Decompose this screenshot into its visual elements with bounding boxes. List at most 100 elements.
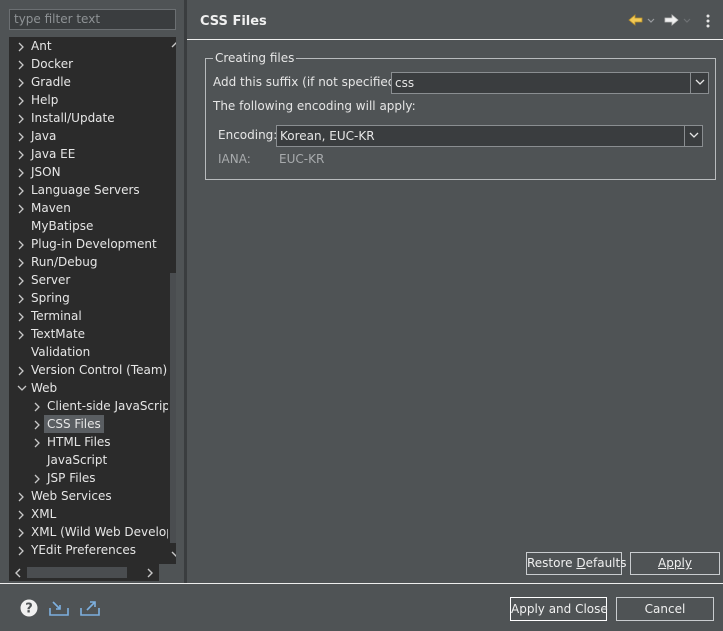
tree-item[interactable]: JSP Files	[9, 469, 168, 487]
tree-item[interactable]: Help	[9, 91, 168, 109]
tree-item-label: XML	[31, 507, 57, 521]
chevron-right-icon[interactable]	[15, 181, 27, 199]
tree-item[interactable]: CSS Files	[9, 415, 168, 433]
tree-item[interactable]: Docker	[9, 55, 168, 73]
chevron-right-icon[interactable]	[15, 541, 27, 559]
tree-item[interactable]: XML (Wild Web Developer)	[9, 523, 176, 541]
chevron-right-icon[interactable]	[15, 307, 27, 325]
tree-item[interactable]: Run/Debug	[9, 253, 168, 271]
tree-item[interactable]: Validation	[9, 343, 168, 361]
encoding-note: The following encoding will apply:	[213, 99, 416, 113]
help-button[interactable]: ?	[19, 598, 41, 618]
chevron-down-icon	[695, 79, 705, 85]
tree-item[interactable]: MyBatipse	[9, 217, 168, 235]
tree-item-label: Terminal	[31, 309, 82, 323]
tree-item[interactable]: Maven	[9, 199, 168, 217]
tree-item[interactable]: Terminal	[9, 307, 168, 325]
chevron-right-icon[interactable]	[15, 109, 27, 127]
scroll-right-icon[interactable]	[147, 568, 154, 578]
tree-item[interactable]: Client-side JavaScript	[9, 397, 175, 415]
tree-item[interactable]: JSON	[9, 163, 168, 181]
tree-item[interactable]: Install/Update	[9, 109, 168, 127]
scroll-left-icon[interactable]	[14, 568, 21, 578]
tree-item[interactable]: Web	[9, 379, 168, 397]
chevron-down-icon[interactable]	[15, 379, 27, 397]
chevron-right-icon[interactable]	[15, 271, 27, 289]
tree-item[interactable]: Java EE	[9, 145, 168, 163]
encoding-combo[interactable]: Korean, EUC-KR	[276, 125, 703, 147]
encoding-label: Encoding:	[218, 128, 278, 142]
preferences-sidebar: type filter text Ant Docker Gradle Help Inst…	[0, 0, 184, 583]
chevron-right-icon[interactable]	[15, 127, 27, 145]
cancel-button[interactable]: Cancel	[616, 597, 714, 621]
tree-item[interactable]: Web Services	[9, 487, 168, 505]
tree-item[interactable]: Java	[9, 127, 168, 145]
export-button[interactable]	[79, 598, 101, 618]
tree-item-label: CSS Files	[44, 415, 104, 433]
tree-item[interactable]: YEdit Preferences	[9, 541, 168, 559]
group-title: Creating files	[213, 51, 297, 65]
chevron-right-icon[interactable]	[15, 487, 27, 505]
chevron-right-icon[interactable]	[15, 73, 27, 91]
chevron-right-icon[interactable]	[31, 433, 43, 451]
import-button[interactable]	[48, 598, 70, 618]
tree-item[interactable]: TextMate	[9, 325, 168, 343]
chevron-right-icon[interactable]	[15, 199, 27, 217]
tree-item[interactable]: Gradle	[9, 73, 168, 91]
forward-button[interactable]	[663, 12, 691, 30]
tree-item[interactable]: HTML Files	[9, 433, 168, 451]
chevron-right-icon[interactable]	[15, 235, 27, 253]
tree-item[interactable]: Version Control (Team)	[9, 361, 168, 379]
encoding-dropdown-button[interactable]	[684, 126, 702, 146]
tree-item-label: Java	[31, 129, 57, 143]
scroll-thumb[interactable]	[170, 273, 176, 543]
restore-defaults-button[interactable]: Restore Defaults	[526, 552, 626, 575]
chevron-right-icon[interactable]	[15, 523, 27, 541]
suffix-dropdown-button[interactable]	[690, 73, 708, 93]
scroll-up-icon[interactable]	[171, 41, 176, 48]
chevron-right-icon[interactable]	[15, 145, 27, 163]
tree-item-label: Help	[31, 93, 59, 107]
view-menu-button[interactable]	[704, 12, 712, 30]
tree-item-label: Java EE	[31, 147, 76, 161]
chevron-right-icon[interactable]	[15, 91, 27, 109]
tree-item-label: Web Services	[31, 489, 112, 503]
filter-input[interactable]: type filter text	[9, 9, 176, 30]
tree-vertical-scrollbar[interactable]	[168, 37, 176, 564]
hscroll-thumb[interactable]	[27, 567, 127, 578]
chevron-right-icon[interactable]	[15, 289, 27, 307]
suffix-combo[interactable]: css	[391, 72, 709, 94]
view-menu-icon	[706, 14, 710, 28]
apply-button[interactable]: Apply	[630, 552, 720, 575]
tree-horizontal-scrollbar[interactable]	[9, 564, 159, 581]
chevron-right-icon[interactable]	[15, 253, 27, 271]
tree-item[interactable]: XML	[9, 505, 168, 523]
chevron-right-icon[interactable]	[31, 397, 43, 415]
tree-item-label: Server	[31, 273, 71, 287]
apply-and-close-button[interactable]: Apply and Close	[510, 597, 608, 621]
chevron-right-icon[interactable]	[15, 361, 27, 379]
tree-item[interactable]: Spring	[9, 289, 168, 307]
page-header: CSS Files	[187, 0, 723, 40]
tree-item[interactable]: Language Servers	[9, 181, 168, 199]
tree-item[interactable]: JavaScript	[9, 451, 168, 469]
apply-label: pply	[666, 556, 692, 570]
help-icon: ?	[20, 599, 38, 617]
back-button[interactable]	[627, 12, 655, 30]
tree-item-label: TextMate	[31, 327, 86, 341]
chevron-right-icon[interactable]	[15, 163, 27, 181]
chevron-right-icon[interactable]	[15, 55, 27, 73]
creating-files-group: Creating files Add this suffix (if not s…	[205, 51, 716, 180]
scroll-down-icon[interactable]	[171, 551, 176, 558]
export-icon	[80, 601, 100, 616]
chevron-right-icon[interactable]	[31, 469, 43, 487]
chevron-right-icon[interactable]	[15, 505, 27, 523]
restore-defaults-label-a: Restore	[527, 556, 577, 570]
chevron-right-icon[interactable]	[31, 415, 43, 433]
tree-item-label: JSON	[31, 165, 61, 179]
tree-item[interactable]: Server	[9, 271, 168, 289]
tree-item[interactable]: Ant	[9, 37, 168, 55]
tree-item[interactable]: Plug-in Development	[9, 235, 168, 253]
chevron-right-icon[interactable]	[15, 37, 27, 55]
chevron-right-icon[interactable]	[15, 325, 27, 343]
